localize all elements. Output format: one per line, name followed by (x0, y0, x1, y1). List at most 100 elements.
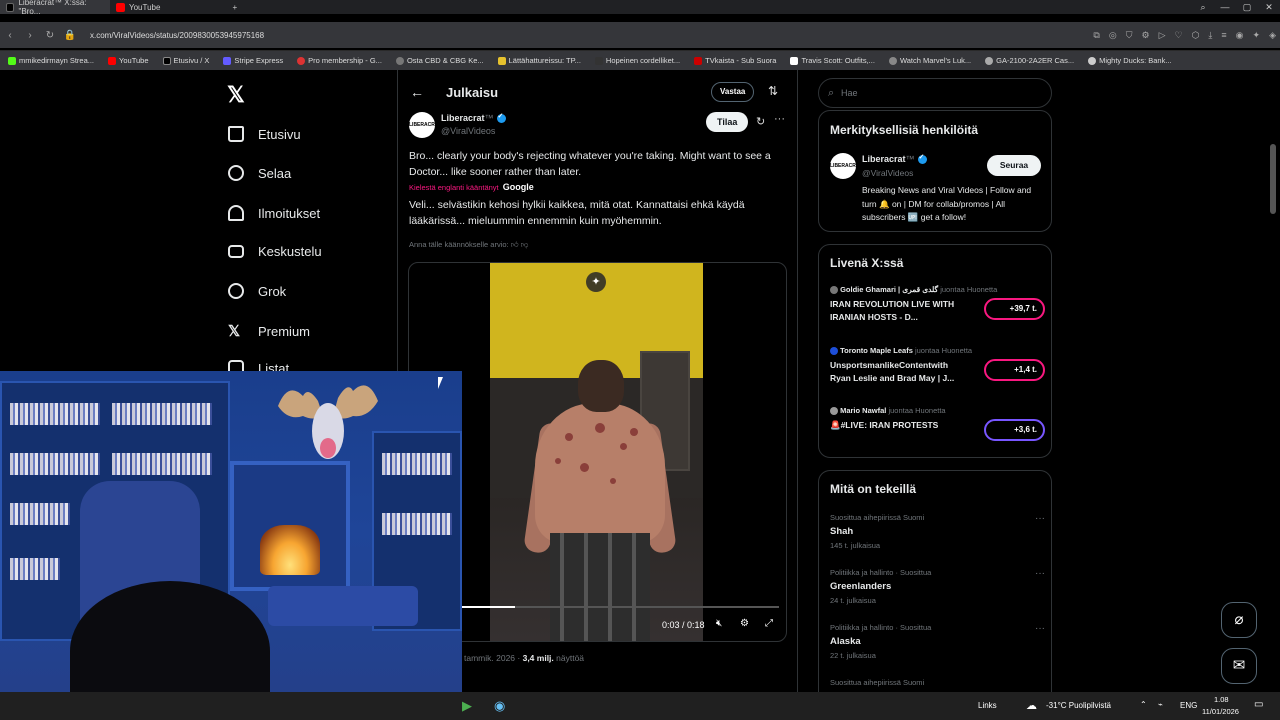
back-nav-icon[interactable]: ‹ (0, 30, 20, 41)
nav-premium[interactable]: 𝕏 Premium (228, 322, 310, 340)
nav-grok[interactable]: Grok (228, 283, 286, 299)
author-avatar[interactable]: LIBERACRAT (409, 112, 441, 138)
trend-item[interactable]: Politiikka ja hallinto · Suosittua Alask… (830, 623, 1045, 660)
bookmark[interactable]: Watch Marvel's Luk... (888, 56, 971, 65)
spot (610, 478, 616, 484)
moose-head-decor (278, 385, 378, 459)
tab-x-post[interactable]: Liberacrat™ X:ssä: "Bro... (0, 0, 110, 16)
nav-explore[interactable]: Selaa (228, 165, 291, 181)
play-icon[interactable]: ▷ (1159, 30, 1166, 41)
more-options-icon[interactable]: ··· (1035, 513, 1045, 524)
notifications-icon[interactable]: ▭ (1254, 699, 1263, 710)
nav-notifications[interactable]: Ilmoitukset (228, 205, 320, 221)
back-arrow-icon[interactable]: ← (410, 84, 424, 100)
lock-icon[interactable]: 🔒 (60, 30, 80, 41)
trend-title: Alaska (830, 636, 861, 647)
extension-icon[interactable]: ✦ (1253, 30, 1261, 41)
settings-sliders-icon[interactable]: ⇅ (768, 84, 778, 98)
heart-icon[interactable]: ♡ (1174, 30, 1182, 41)
search-tabs-icon[interactable]: ⌕ (1192, 0, 1214, 14)
download-icon[interactable]: ⤓ (1208, 30, 1212, 41)
messages-fab-icon[interactable]: ✉ (1221, 648, 1257, 684)
shield-icon[interactable]: ⛉ (1126, 30, 1133, 41)
nav-messages[interactable]: Keskustelu (228, 244, 322, 259)
forward-nav-icon[interactable]: › (20, 30, 40, 41)
bookmark[interactable]: YouTube (108, 56, 149, 65)
grok-fab-icon[interactable]: ⌀ (1221, 602, 1257, 638)
bookmark[interactable]: Stripe Express (223, 56, 283, 65)
live-space[interactable]: Mario Nawfal juontaa Huonetta 🚨#LIVE: IR… (830, 406, 1045, 441)
network-icon[interactable]: ⌁ (1158, 700, 1163, 709)
weather-icon[interactable]: ☁ (1026, 699, 1037, 712)
more-options-icon[interactable]: ··· (1035, 623, 1045, 634)
settings-gear-icon[interactable]: ⚙ (740, 618, 749, 629)
weather-text[interactable]: -31°C Puolipilvistä (1046, 701, 1111, 710)
grok-icon[interactable]: ↻ (756, 115, 765, 128)
author-handle[interactable]: @ViralVideos (441, 126, 495, 136)
maximize-icon[interactable]: ▢ (1236, 0, 1258, 14)
cube-icon[interactable]: ◈ (1269, 30, 1276, 41)
trend-item[interactable]: Suosittua aihepiirissä Suomi (830, 678, 1045, 687)
screenshot-icon[interactable]: ⧉ (1093, 30, 1099, 41)
fullscreen-icon[interactable]: ⤢ (765, 618, 773, 629)
envelope-icon (228, 245, 244, 258)
more-options-icon[interactable]: ··· (1035, 568, 1045, 579)
mute-icon[interactable]: 🔇︎ (716, 618, 722, 629)
profile-icon[interactable]: ◉ (1236, 30, 1244, 41)
bookmark[interactable]: Pro membership - G... (297, 56, 382, 65)
trend-item[interactable]: Politiikka ja hallinto · Suosittua Green… (830, 568, 1045, 605)
follow-button[interactable]: Seuraa (987, 155, 1041, 176)
new-tab-button[interactable]: + (226, 0, 243, 14)
menu-icon[interactable]: ≡ (1221, 30, 1226, 40)
bookmark[interactable]: Travis Scott: Outfits,... (790, 56, 875, 65)
bookmark[interactable]: GA-2100-2A2ER Cas... (985, 56, 1074, 65)
author-name-row[interactable]: Liberacrat™ (441, 112, 506, 124)
suggested-avatar[interactable]: LIBERACRAT (830, 153, 862, 179)
thumbs-up-icon[interactable]: 👍︎ (511, 240, 519, 249)
url-field[interactable]: x.com/ViralVideos/status/200983005394597… (90, 31, 264, 40)
grok-enhance-icon[interactable]: ✦ (586, 272, 606, 292)
x-logo-icon[interactable]: 𝕏 (227, 82, 245, 108)
video-progress-bar[interactable] (461, 606, 779, 608)
language-indicator[interactable]: ENG (1180, 701, 1197, 710)
trends-card: Mitä on tekeillä Suosittua aihepiirissä … (818, 470, 1052, 692)
clock-time[interactable]: 1.08 (1214, 695, 1229, 704)
trend-context: Politiikka ja hallinto · Suosittua (830, 568, 932, 577)
media-player-icon[interactable]: ▶ (462, 698, 478, 714)
x-premium-icon: 𝕏 (228, 323, 241, 340)
books (10, 403, 100, 425)
nav-home[interactable]: Etusivu (228, 126, 301, 142)
clock-date[interactable]: 11/01/2026 (1202, 707, 1239, 716)
more-options-icon[interactable]: ··· (774, 113, 785, 125)
search-input[interactable]: Hae (818, 78, 1052, 108)
live-space[interactable]: Toronto Maple Leafs juontaa Huonetta Uns… (830, 346, 1045, 385)
trend-item[interactable]: Suosittua aihepiirissä Suomi Shah 145 t.… (830, 513, 1045, 550)
bookmark[interactable]: Lättähattureissu: TP... (497, 56, 581, 65)
live-space[interactable]: Goldie Ghamari | گلدی قمری juontaa Huone… (830, 285, 1045, 324)
links-toolbar[interactable]: Links (978, 701, 997, 710)
tab-youtube[interactable]: YouTube (110, 0, 166, 14)
page-scrollbar[interactable] (1270, 144, 1276, 214)
bookmark[interactable]: Osta CBD & CBG Ke... (395, 56, 484, 65)
reload-icon[interactable]: ↻ (40, 30, 60, 41)
tray-chevron-icon[interactable]: ⌃ (1140, 700, 1147, 709)
translate-icon[interactable]: ⚙ (1141, 30, 1149, 41)
bookmark[interactable]: mmikedirmayn Strea... (8, 56, 94, 65)
mouse-cursor (438, 377, 448, 389)
subscribe-button[interactable]: Tilaa (706, 112, 749, 132)
kick-icon (8, 56, 16, 65)
close-icon[interactable]: ✕ (1258, 0, 1280, 14)
verified-badge-icon (917, 153, 927, 165)
camera-icon[interactable]: ◎ (1109, 30, 1117, 41)
suggested-name[interactable]: Liberacrat™ (862, 153, 927, 165)
bookmark[interactable]: Hopeinen cordelliket... (594, 56, 680, 65)
video-player[interactable]: ✦ 0:03 / 0:18 🔇︎ ⚙ ⤢ (408, 262, 787, 642)
bookmark[interactable]: Etusivu / X (162, 56, 209, 65)
reply-button[interactable]: Vastaa (711, 82, 755, 102)
minimize-icon[interactable]: — (1214, 0, 1236, 14)
bookmark[interactable]: TVkaista - Sub Suora (694, 56, 776, 65)
thumbs-down-icon[interactable]: 👎︎ (521, 240, 529, 249)
steam-icon[interactable]: ◉ (494, 698, 510, 714)
box-icon[interactable]: ⬡ (1192, 30, 1200, 41)
bookmark[interactable]: Mighty Ducks: Bank... (1088, 56, 1172, 65)
